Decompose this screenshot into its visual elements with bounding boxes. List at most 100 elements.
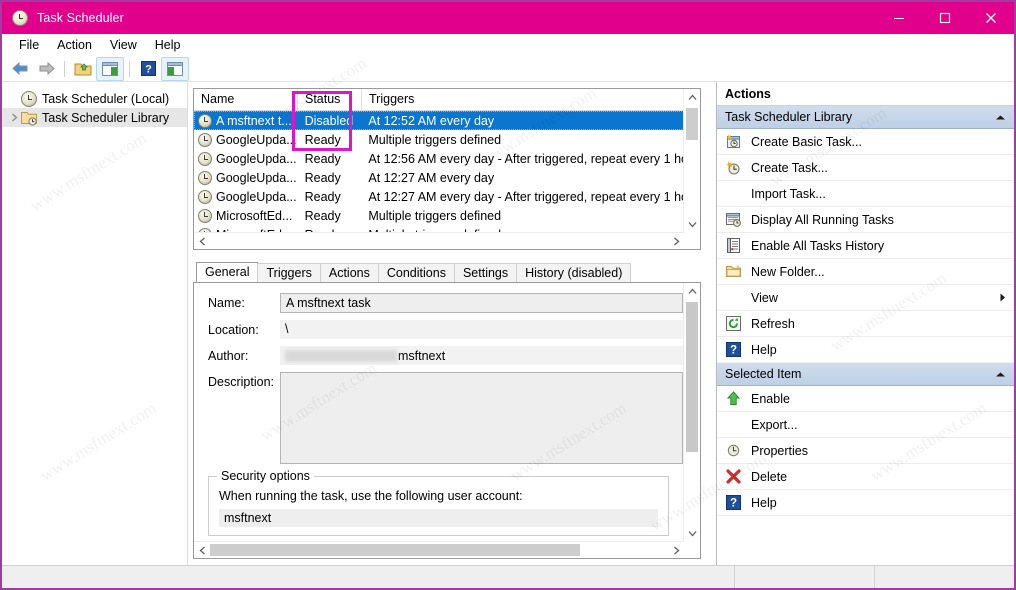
name-field[interactable]: A msftnext task — [280, 293, 683, 313]
action-label: Create Basic Task... — [751, 135, 862, 149]
tree-item-label: Task Scheduler Library — [42, 111, 169, 125]
action-display-all-running-tasks[interactable]: Display All Running Tasks — [717, 207, 1014, 233]
actions-group-task-scheduler-library[interactable]: Task Scheduler Library — [717, 106, 1014, 129]
action-create-task[interactable]: Create Task... — [717, 155, 1014, 181]
close-icon[interactable] — [968, 2, 1014, 34]
scroll-down-icon[interactable] — [684, 216, 700, 233]
maximize-icon[interactable] — [922, 2, 968, 34]
help-icon: ? — [725, 341, 742, 358]
show-hide-actions-icon[interactable] — [161, 57, 189, 81]
action-view[interactable]: View — [717, 285, 1014, 311]
action-help-selected[interactable]: ? Help — [717, 490, 1014, 516]
actions-pane-title: Actions — [717, 82, 1014, 106]
scroll-right-icon[interactable] — [668, 542, 684, 558]
action-create-basic-task[interactable]: Create Basic Task... — [717, 129, 1014, 155]
actions-group-selected-item[interactable]: Selected Item — [717, 363, 1014, 386]
scroll-left-icon[interactable] — [194, 542, 210, 558]
forward-arrow-icon[interactable] — [33, 58, 59, 80]
cell-triggers: At 12:52 AM every day — [361, 114, 700, 128]
task-list-horizontal-scrollbar[interactable] — [194, 232, 684, 249]
collapse-caret-icon[interactable] — [995, 367, 1006, 381]
cell-triggers: Multiple triggers defined — [361, 209, 700, 223]
name-label: Name: — [208, 293, 280, 310]
toolbar-separator-2 — [129, 61, 130, 77]
scroll-left-icon[interactable] — [194, 233, 210, 249]
cell-name: A msftnext t... — [194, 114, 298, 128]
security-options-legend: Security options — [217, 469, 314, 483]
no-icon — [725, 416, 742, 433]
menu-file[interactable]: File — [10, 36, 48, 54]
cell-name: GoogleUpda... — [194, 171, 298, 185]
status-segment-1 — [2, 566, 734, 589]
tree-item-task-scheduler-library[interactable]: Task Scheduler Library — [2, 108, 187, 127]
security-options-group: Security options When running the task, … — [208, 476, 669, 536]
minimize-icon[interactable] — [876, 2, 922, 34]
tab-settings[interactable]: Settings — [454, 263, 517, 283]
action-export[interactable]: Export... — [717, 412, 1014, 438]
cell-triggers: At 12:27 AM every day — [361, 171, 700, 185]
action-label: Import Task... — [751, 187, 826, 201]
tab-actions[interactable]: Actions — [320, 263, 379, 283]
location-value: \ — [280, 320, 683, 339]
table-row[interactable]: GoogleUpda... Ready Multiple triggers de… — [194, 130, 700, 149]
action-help[interactable]: ? Help — [717, 337, 1014, 363]
field-author-row: Author: msftnext — [208, 346, 683, 365]
help-icon[interactable]: ? — [135, 58, 161, 80]
action-enable-all-tasks-history[interactable]: Enable All Tasks History — [717, 233, 1014, 259]
action-new-folder[interactable]: New Folder... — [717, 259, 1014, 285]
action-refresh[interactable]: Refresh — [717, 311, 1014, 337]
history-icon — [725, 237, 742, 254]
column-header-name[interactable]: Name — [194, 89, 298, 111]
clock-icon — [198, 133, 212, 147]
cell-triggers: At 12:27 AM every day - After triggered,… — [361, 190, 700, 204]
column-header-triggers[interactable]: Triggers — [362, 89, 692, 111]
scroll-up-icon[interactable] — [684, 89, 700, 106]
action-properties[interactable]: Properties — [717, 438, 1014, 464]
scroll-up-icon[interactable] — [684, 283, 700, 300]
task-list-vertical-scrollbar[interactable] — [683, 89, 700, 233]
scroll-right-icon[interactable] — [668, 233, 684, 249]
table-row[interactable]: GoogleUpda... Ready At 12:27 AM every da… — [194, 168, 700, 187]
description-field[interactable] — [280, 372, 683, 464]
up-folder-icon[interactable] — [70, 58, 96, 80]
tab-general[interactable]: General — [196, 262, 258, 283]
detail-vertical-scrollbar[interactable] — [683, 283, 700, 542]
show-hide-tree-icon[interactable] — [96, 57, 124, 81]
table-row[interactable]: MicrosoftEd... Ready Multiple triggers d… — [194, 206, 700, 225]
tab-history[interactable]: History (disabled) — [516, 263, 631, 283]
submenu-arrow-icon — [1000, 291, 1006, 305]
scrollbar-thumb[interactable] — [686, 108, 698, 140]
back-arrow-icon[interactable] — [7, 58, 33, 80]
menu-view[interactable]: View — [101, 36, 146, 54]
action-label: Enable — [751, 392, 790, 406]
action-label: New Folder... — [751, 265, 825, 279]
table-row[interactable]: GoogleUpda... Ready At 12:56 AM every da… — [194, 149, 700, 168]
detail-horizontal-scrollbar[interactable] — [194, 541, 684, 558]
scroll-down-icon[interactable] — [684, 525, 700, 542]
title-bar: Task Scheduler — [2, 2, 1014, 34]
scrollbar-track[interactable] — [210, 233, 668, 249]
action-import-task[interactable]: Import Task... — [717, 181, 1014, 207]
column-header-status[interactable]: Status — [298, 89, 362, 111]
scrollbar-track[interactable] — [210, 542, 668, 558]
tree-item-label: Task Scheduler (Local) — [42, 92, 169, 106]
scrollbar-thumb[interactable] — [686, 302, 698, 452]
toolbar-separator — [64, 61, 65, 77]
menu-action[interactable]: Action — [48, 36, 101, 54]
tab-conditions[interactable]: Conditions — [378, 263, 455, 283]
chevron-right-icon[interactable] — [8, 113, 21, 122]
action-delete[interactable]: Delete — [717, 464, 1014, 490]
table-row[interactable]: A msftnext t... Disabled At 12:52 AM eve… — [194, 111, 700, 130]
menu-help[interactable]: Help — [146, 36, 190, 54]
tab-triggers[interactable]: Triggers — [257, 263, 320, 283]
action-label: Help — [751, 496, 777, 510]
action-enable[interactable]: Enable — [717, 386, 1014, 412]
menu-bar: File Action View Help — [2, 34, 1014, 56]
cell-status: Ready — [298, 133, 362, 147]
table-row[interactable]: GoogleUpda... Ready At 12:27 AM every da… — [194, 187, 700, 206]
tree-item-task-scheduler-local[interactable]: Task Scheduler (Local) — [2, 89, 187, 108]
description-label: Description: — [208, 372, 280, 389]
clock-icon — [12, 10, 28, 26]
collapse-caret-icon[interactable] — [995, 110, 1006, 124]
scrollbar-thumb[interactable] — [210, 544, 580, 556]
